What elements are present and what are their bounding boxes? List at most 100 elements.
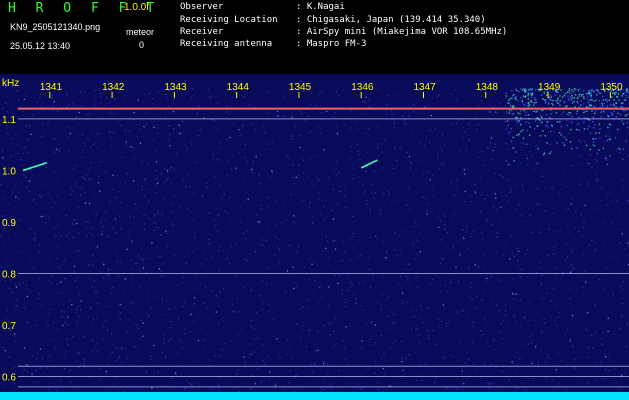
noise-pixel [566, 124, 569, 127]
noise-pixel [475, 296, 478, 298]
noise-pixel [115, 219, 117, 221]
noise-pixel [149, 344, 151, 346]
noise-pixel [521, 89, 524, 91]
noise-pixel [597, 90, 599, 92]
noise-pixel [142, 335, 144, 337]
noise-pixel [37, 298, 39, 300]
noise-pixel [552, 99, 554, 102]
noise-pixel [250, 388, 252, 390]
timestamp-label: 25.05.12 13:40 [10, 41, 71, 51]
noise-pixel [511, 97, 513, 99]
noise-pixel [607, 317, 609, 319]
noise-pixel [445, 322, 447, 324]
noise-pixel [393, 313, 395, 315]
noise-pixel [553, 288, 555, 290]
noise-pixel [399, 252, 401, 254]
noise-pixel [238, 334, 240, 336]
noise-pixel [259, 153, 261, 155]
noise-pixel [51, 206, 53, 208]
noise-pixel [507, 321, 509, 323]
noise-pixel [601, 95, 604, 98]
noise-pixel [278, 238, 280, 240]
noise-pixel [38, 194, 40, 196]
noise-pixel [609, 369, 611, 371]
noise-pixel [516, 117, 518, 119]
noise-pixel [106, 349, 108, 351]
noise-pixel [283, 205, 285, 207]
noise-pixel [170, 166, 172, 168]
noise-pixel [586, 182, 589, 184]
noise-pixel [87, 114, 89, 116]
noise-pixel [343, 197, 345, 199]
noise-pixel [14, 366, 16, 369]
noise-pixel [295, 126, 297, 128]
noise-pixel [369, 322, 372, 324]
noise-pixel [74, 105, 77, 107]
noise-pixel [486, 280, 488, 282]
noise-pixel [113, 113, 115, 115]
noise-pixel [54, 227, 56, 229]
noise-pixel [78, 250, 80, 252]
noise-pixel [131, 273, 133, 276]
noise-pixel [26, 186, 28, 188]
noise-pixel [44, 92, 47, 95]
noise-pixel [377, 389, 379, 391]
noise-pixel [586, 128, 589, 130]
noise-pixel [265, 283, 268, 285]
noise-pixel [571, 89, 573, 91]
noise-pixel [248, 121, 250, 123]
noise-pixel [189, 331, 191, 333]
noise-pixel [432, 174, 434, 176]
noise-pixel [206, 335, 208, 337]
noise-pixel [276, 110, 279, 113]
noise-pixel [96, 317, 98, 319]
noise-pixel [242, 295, 244, 297]
noise-pixel [44, 373, 46, 375]
info-row-observer: Observer: K.Nagai [180, 3, 345, 12]
noise-pixel [231, 245, 233, 247]
noise-pixel [598, 123, 600, 125]
noise-pixel [560, 113, 562, 115]
noise-pixel [196, 113, 198, 115]
noise-pixel [361, 113, 363, 115]
noise-pixel [526, 129, 528, 132]
noise-pixel [544, 187, 546, 189]
noise-pixel [547, 254, 549, 256]
noise-pixel [78, 353, 80, 355]
noise-pixel [557, 325, 559, 327]
noise-pixel [580, 183, 582, 185]
noise-pixel [331, 387, 333, 389]
noise-pixel [569, 340, 571, 342]
noise-pixel [364, 171, 366, 173]
noise-pixel [534, 346, 537, 348]
noise-pixel [61, 263, 63, 266]
noise-pixel [154, 191, 156, 194]
noise-pixel [186, 124, 188, 126]
noise-pixel [320, 388, 322, 390]
noise-pixel [188, 244, 190, 246]
noise-pixel [585, 328, 587, 330]
noise-pixel [29, 260, 31, 262]
noise-pixel [559, 104, 561, 106]
noise-pixel [29, 125, 31, 127]
noise-pixel [487, 382, 489, 384]
noise-pixel [131, 240, 133, 242]
noise-pixel [516, 248, 518, 250]
noise-pixel [421, 111, 423, 113]
noise-pixel [393, 320, 395, 322]
noise-pixel [308, 307, 310, 310]
noise-pixel [477, 266, 480, 268]
noise-pixel [551, 186, 553, 189]
noise-pixel [582, 253, 584, 255]
noise-pixel [359, 185, 361, 187]
noise-pixel [496, 304, 498, 306]
meteor-count: 0 [139, 40, 145, 50]
noise-pixel [64, 311, 66, 313]
noise-pixel [605, 135, 607, 137]
noise-pixel [323, 363, 325, 365]
noise-pixel [258, 174, 260, 176]
noise-pixel [429, 141, 431, 143]
noise-pixel [356, 143, 358, 145]
noise-pixel [51, 97, 53, 99]
noise-pixel [219, 185, 221, 187]
